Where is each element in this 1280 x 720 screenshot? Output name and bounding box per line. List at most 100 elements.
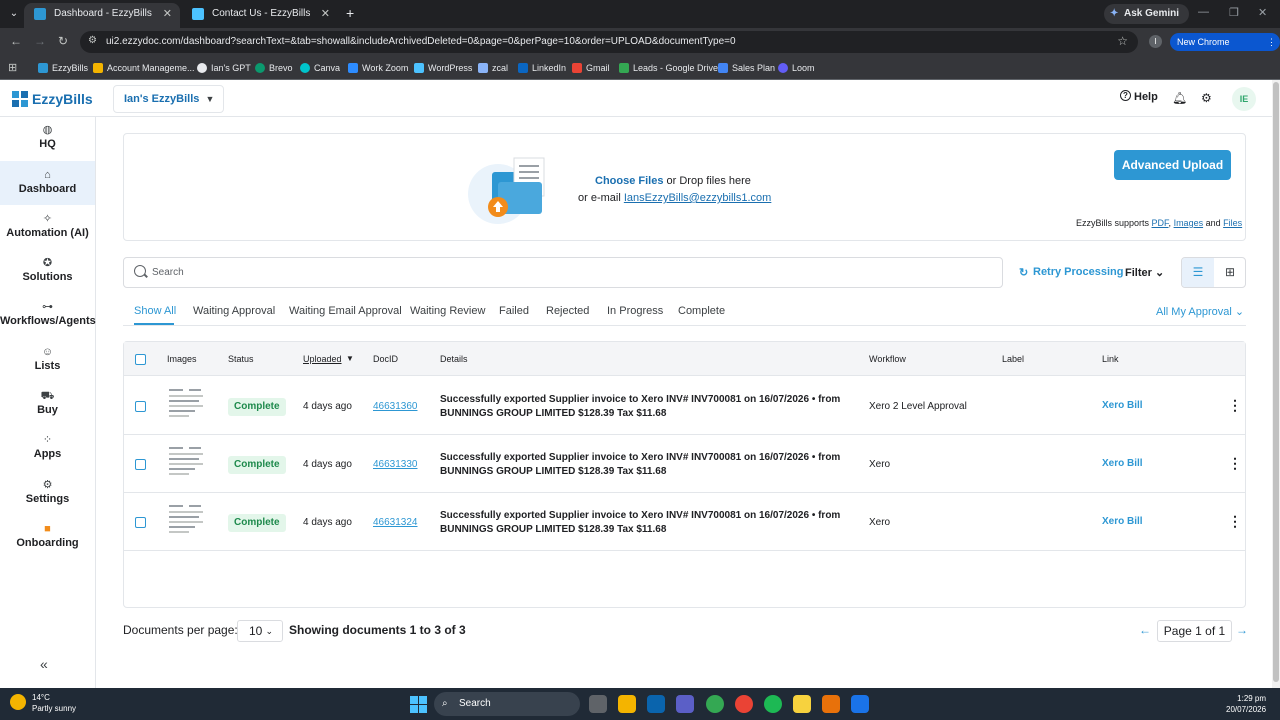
bookmark-gmail[interactable]: Gmail [572,60,610,76]
spotify-icon[interactable] [764,695,782,713]
sidebar-item-hq[interactable]: ◍ HQ [0,122,95,164]
row-actions-menu-icon[interactable]: ⋮ [1228,455,1242,472]
bookmark-account-management[interactable]: Account Manageme... [93,60,195,76]
weather-widget[interactable]: 14°C Partly sunny [10,692,76,714]
maximize-icon[interactable]: ❐ [1229,6,1239,19]
grid-view-icon[interactable]: ⊞ [1214,258,1246,287]
row-actions-menu-icon[interactable]: ⋮ [1228,397,1242,414]
browser-tab-contact[interactable]: Contact Us - EzzyBills ✕ [182,3,338,28]
bookmark-sales-plan[interactable]: Sales Plan [718,60,775,76]
docid-link[interactable]: 46631360 [373,401,418,412]
app-icon[interactable] [822,695,840,713]
list-view-icon[interactable]: ☰ [1182,258,1214,287]
document-thumbnail[interactable] [167,503,205,535]
forward-icon[interactable]: → [34,34,46,48]
column-header-uploaded[interactable]: Uploaded [303,354,342,364]
ask-gemini-button[interactable]: ✦ Ask Gemini [1104,4,1190,24]
document-thumbnail[interactable] [167,445,205,477]
app-icon[interactable] [851,695,869,713]
approval-filter-dropdown[interactable]: All My Approval ⌄ [1156,305,1244,318]
xero-bill-link[interactable]: Xero Bill [1102,516,1143,527]
file-explorer-icon[interactable] [618,695,636,713]
bookmark-star-icon[interactable]: ☆ [1117,34,1128,48]
chrome-profile-icon[interactable] [735,695,753,713]
bookmark-ians-gpt[interactable]: Ian's GPT [197,60,251,76]
retry-processing-button[interactable]: ↻ Retry Processing [1019,266,1123,279]
site-info-icon[interactable]: ⚙ [88,35,97,46]
bell-icon[interactable]: 🔔︎ [1172,91,1187,105]
announcements-icon[interactable]: ⚙ [1201,91,1212,105]
minimize-icon[interactable]: — [1198,6,1209,18]
select-all-checkbox[interactable] [135,354,146,365]
search-input[interactable]: Search [123,257,1003,288]
docid-link[interactable]: 46631330 [373,459,418,470]
row-actions-menu-icon[interactable]: ⋮ [1228,513,1242,530]
chrome-icon[interactable] [706,695,724,713]
sidebar-item-settings[interactable]: ⚙ Settings [0,477,95,519]
sticky-notes-icon[interactable] [793,695,811,713]
profile-avatar[interactable]: I [1149,35,1162,48]
collapse-sidebar-icon[interactable]: « [40,656,48,672]
ezzybills-logo[interactable]: EzzyBills [12,89,93,109]
browser-tab-dashboard[interactable]: Dashboard - EzzyBills ✕ [24,3,180,28]
table-row[interactable]: Complete 4 days ago 46631324 Successfull… [124,493,1245,551]
tab-waiting-email-approval[interactable]: Waiting Email Approval [289,305,402,317]
back-icon[interactable]: ← [10,34,22,48]
row-checkbox[interactable] [135,459,146,470]
bookmark-wordpress[interactable]: WordPress [414,60,472,76]
bookmark-zcal[interactable]: zcal [478,60,508,76]
windows-start-icon[interactable] [410,696,427,713]
row-checkbox[interactable] [135,401,146,412]
bookmark-brevo[interactable]: Brevo [255,60,293,76]
tab-show-all[interactable]: Show All [134,305,176,317]
page-scrollbar[interactable] [1272,80,1280,688]
sort-desc-icon[interactable]: ▼ [346,354,354,363]
pdf-link[interactable]: PDF [1152,218,1169,228]
row-checkbox[interactable] [135,517,146,528]
table-row[interactable]: Complete 4 days ago 46631360 Successfull… [124,377,1245,435]
reload-icon[interactable]: ↻ [58,34,68,48]
xero-bill-link[interactable]: Xero Bill [1102,458,1143,469]
outlook-icon[interactable] [647,695,665,713]
choose-files-link[interactable]: Choose Files [595,175,663,187]
tab-search-button[interactable]: ⌄ [6,6,22,22]
bookmark-work-zoom[interactable]: Work Zoom [348,60,408,76]
new-tab-button[interactable]: + [346,5,354,21]
workspace-selector[interactable]: Ian's EzzyBills ▼ [113,85,225,113]
sidebar-item-apps[interactable]: ⁘ Apps [0,432,95,474]
filter-dropdown[interactable]: Filter ⌄ [1125,266,1164,279]
table-row[interactable]: Complete 4 days ago 46631330 Successfull… [124,435,1245,493]
sidebar-item-lists[interactable]: ☺ Lists [0,344,95,386]
taskbar-search[interactable]: ⌕ Search [434,692,580,716]
task-view-icon[interactable] [589,695,607,713]
tab-waiting-approval[interactable]: Waiting Approval [193,305,275,317]
previous-page-icon[interactable]: ← [1139,623,1151,637]
upload-email-link[interactable]: IansEzzyBills@ezzybills1.com [624,192,772,204]
sidebar-item-automation[interactable]: ✧ Automation (AI) [0,211,95,253]
upload-dropzone[interactable]: Choose Files or Drop files here or e-mai… [123,133,1246,241]
tab-failed[interactable]: Failed [499,305,529,317]
bookmark-leads-google-drive[interactable]: Leads - Google Drive [619,60,718,76]
sidebar-item-onboarding[interactable]: ■ Onboarding [0,521,95,563]
tab-complete[interactable]: Complete [678,305,725,317]
per-page-select[interactable]: 10 ⌄ [237,620,283,642]
images-link[interactable]: Images [1174,218,1204,228]
tab-rejected[interactable]: Rejected [546,305,589,317]
advanced-upload-button[interactable]: Advanced Upload [1114,150,1231,180]
bookmark-loom[interactable]: Loom [778,60,815,76]
bookmark-ezzybills[interactable]: EzzyBills [38,60,88,76]
sidebar-item-buy[interactable]: ⛟ Buy [0,388,95,430]
help-button[interactable]: ? Help [1120,90,1158,103]
user-avatar[interactable]: IE [1232,87,1256,111]
sidebar-item-workflows[interactable]: ⊶ Workflows/Agents [0,299,96,341]
bookmark-canva[interactable]: Canva [300,60,340,76]
url-text[interactable]: ui2.ezzydoc.com/dashboard?searchText=&ta… [106,36,736,47]
docid-link[interactable]: 46631324 [373,517,418,528]
apps-grid-icon[interactable]: ⊞ [8,61,17,74]
address-bar[interactable]: ⚙ ui2.ezzydoc.com/dashboard?searchText=&… [80,31,1138,53]
bookmark-linkedin[interactable]: LinkedIn [518,60,566,76]
scrollbar-thumb[interactable] [1273,82,1279,682]
document-thumbnail[interactable] [167,387,205,419]
files-link[interactable]: Files [1223,218,1242,228]
new-chrome-available-button[interactable]: New Chrome available ⋮ [1170,33,1280,65]
